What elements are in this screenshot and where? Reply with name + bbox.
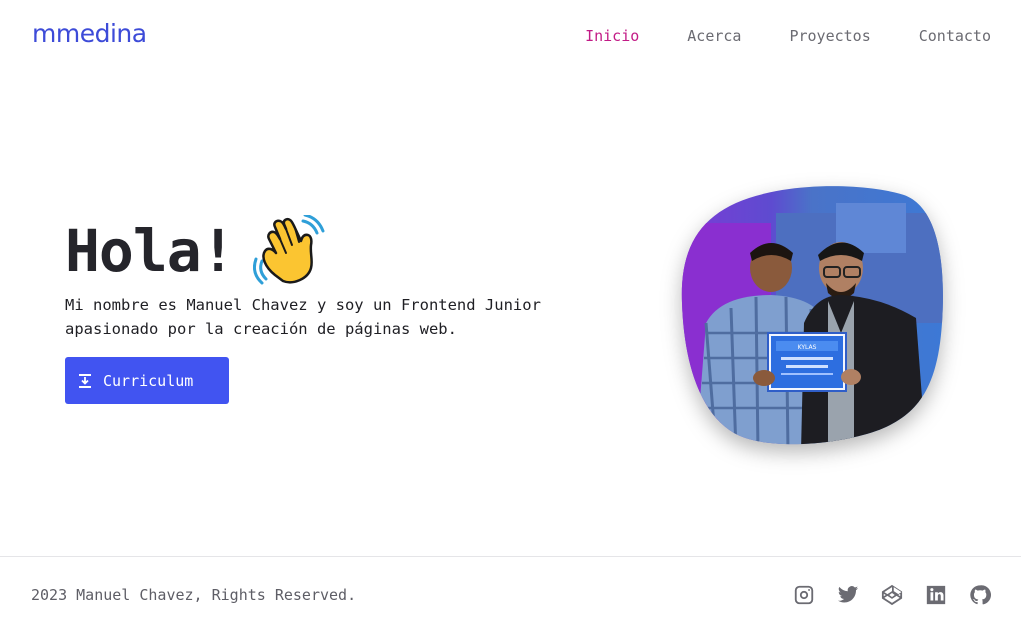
nav-item-proyectos[interactable]: Proyectos (789, 27, 870, 45)
linkedin-icon (926, 585, 946, 605)
social-links (793, 584, 991, 606)
twitter-icon (837, 586, 859, 603)
certificate-header: KYLAS (798, 344, 817, 351)
site-logo[interactable]: mmedina (32, 19, 147, 48)
download-icon (79, 373, 91, 388)
github-link[interactable] (969, 584, 991, 606)
codepen-icon (881, 584, 903, 606)
codepen-link[interactable] (881, 584, 903, 606)
curriculum-download-button[interactable]: Curriculum (65, 357, 229, 404)
instagram-link[interactable] (793, 584, 815, 606)
waving-hand-icon (252, 215, 325, 285)
nav-item-contacto[interactable]: Contacto (919, 27, 991, 45)
instagram-icon (794, 585, 814, 605)
nav-item-inicio[interactable]: Inicio (585, 27, 639, 45)
copyright-text: 2023 Manuel Chavez, Rights Reserved. (31, 586, 357, 604)
curriculum-button-label: Curriculum (103, 371, 194, 390)
twitter-link[interactable] (837, 584, 859, 606)
nav-item-acerca[interactable]: Acerca (687, 27, 741, 45)
profile-photo: KYLAS (676, 183, 948, 451)
hero-greeting: Hola! (65, 217, 236, 285)
hero-description: Mi nombre es Manuel Chavez y soy un Fron… (65, 296, 541, 338)
hero-heading: Hola! (65, 215, 325, 287)
github-icon (970, 585, 991, 605)
site-header: mmedina Inicio Acerca Proyectos Contacto (0, 0, 1021, 72)
linkedin-link[interactable] (925, 584, 947, 606)
profile-photo-illustration: KYLAS (681, 186, 943, 445)
footer-divider (0, 556, 1021, 557)
main-nav: Inicio Acerca Proyectos Contacto (585, 27, 991, 45)
